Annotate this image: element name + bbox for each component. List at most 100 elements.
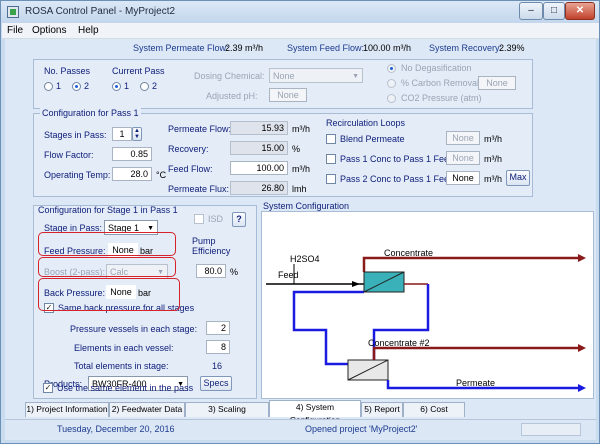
permeate-arrow-icon	[578, 384, 586, 392]
control-panel: System Permeate Flow: 2.39 m³/h System F…	[5, 39, 596, 440]
h2so4-label: H2SO4	[290, 254, 320, 264]
pass-config-title: Configuration for Pass 1	[40, 108, 141, 118]
tab-feedwater-data[interactable]: 2) Feedwater Data	[109, 402, 185, 417]
system-permeate-flow-value: 2.39 m³/h	[225, 43, 264, 53]
tab-cost-analysis[interactable]: 6) Cost Analysis	[403, 402, 465, 427]
pump-efficiency-field[interactable]: 80.0	[196, 264, 226, 278]
current-pass-radio-2[interactable]	[140, 82, 149, 91]
permeate-flux-value: 26.80	[230, 181, 288, 195]
adjusted-ph-label: Adjusted pH:	[206, 91, 258, 101]
pass1-conc-label: Pass 1 Conc to Pass 1 Feed	[340, 154, 455, 164]
tab-system-configuration[interactable]: 4) System Configuration	[269, 400, 361, 425]
co2-pressure-radio[interactable]	[387, 94, 396, 103]
no-degas-radio[interactable]	[387, 64, 396, 73]
pump-efficiency-label-1: Pump	[192, 236, 216, 246]
pass-config-group: Configuration for Pass 1 Stages in Pass:…	[33, 108, 533, 197]
stages-in-pass-label: Stages in Pass:	[44, 130, 107, 140]
pass1-conc-unit: m³/h	[484, 154, 502, 164]
status-bar: Tuesday, December 20, 2016 Opened projec…	[5, 419, 596, 438]
no-passes-label: No. Passes	[44, 66, 91, 76]
same-element-label: Use the same element in the pass	[57, 383, 194, 393]
system-feed-flow-value: 100.00 m³/h	[363, 43, 412, 53]
tab-project-information[interactable]: 1) Project Information	[25, 402, 109, 417]
operating-temp-unit: °C	[156, 170, 167, 180]
pump-efficiency-unit: %	[230, 267, 239, 277]
blend-permeate-unit: m³/h	[484, 134, 502, 144]
chevron-down-icon: ▼	[352, 73, 359, 80]
pass2-conc-field[interactable]: None	[446, 171, 480, 185]
menu-options[interactable]: Options	[32, 25, 66, 36]
window-title: ROSA Control Panel - MyProject2	[25, 6, 176, 17]
current-pass-option-1: 1	[124, 81, 130, 91]
carbon-removal-field[interactable]: None	[478, 76, 516, 90]
operating-temp-field[interactable]: 28.0	[112, 167, 152, 181]
pressure-vessels-field[interactable]: 2	[206, 321, 230, 335]
system-feed-flow-label: System Feed Flow:	[287, 43, 365, 53]
specs-button[interactable]: Specs	[200, 376, 232, 391]
dosing-chemical-select[interactable]: None ▼	[269, 68, 363, 83]
maximize-button[interactable]: □	[543, 2, 565, 20]
max-button[interactable]: Max	[506, 170, 530, 186]
blend-permeate-checkbox[interactable]	[326, 134, 336, 144]
menu-file[interactable]: File	[7, 25, 23, 36]
adjusted-ph-field[interactable]: None	[269, 88, 307, 102]
system-config-title: System Configuration	[263, 201, 350, 211]
system-permeate-flow-label: System Permeate Flow:	[133, 43, 229, 53]
back-pressure-highlight	[38, 278, 180, 311]
system-recovery-label: System Recovery:	[429, 43, 503, 53]
carbon-removal-label: % Carbon Removal	[401, 78, 480, 88]
status-project: Opened project 'MyProject2'	[305, 424, 418, 434]
status-segment	[521, 423, 581, 436]
stages-stepper-icon[interactable]: ▲ ▼	[132, 127, 142, 141]
tab-scaling-information[interactable]: 3) Scaling Information	[185, 402, 269, 427]
flow-factor-field[interactable]: 0.85	[112, 147, 152, 161]
status-date: Tuesday, December 20, 2016	[57, 424, 175, 434]
current-pass-radio-1[interactable]	[112, 82, 121, 91]
permeate-flow-label: Permeate Flow:	[168, 124, 232, 134]
feed-label: Feed	[278, 270, 299, 280]
flow-factor-label: Flow Factor:	[44, 150, 94, 160]
recirc-title: Recirculation Loops	[326, 118, 406, 128]
app-icon	[7, 6, 19, 18]
flow-diagram	[266, 254, 586, 392]
concentrate2-arrow-icon	[578, 344, 586, 352]
permeate-line-1	[292, 290, 364, 366]
current-pass-label: Current Pass	[112, 66, 165, 76]
tab-report[interactable]: 5) Report	[361, 402, 403, 417]
feed-flow-field[interactable]: 100.00	[230, 161, 288, 175]
minimize-button[interactable]: –	[519, 2, 543, 20]
no-passes-option-2: 2	[84, 81, 90, 91]
same-element-checkbox[interactable]: ✓	[43, 383, 53, 393]
pass1-conc-field[interactable]: None	[446, 151, 480, 165]
close-button[interactable]: ✕	[565, 2, 595, 20]
system-config-diagram: Feed H2SO4 Concentrate Concentrate #2 Pe…	[261, 211, 594, 399]
recovery-value: 15.00	[230, 141, 288, 155]
no-degas-label: No Degasification	[401, 63, 472, 73]
help-button[interactable]: ?	[232, 212, 246, 227]
pass1-conc-checkbox[interactable]	[326, 154, 336, 164]
isd-checkbox[interactable]	[194, 214, 204, 224]
main-window: ROSA Control Panel - MyProject2 – □ ✕ Fi…	[0, 0, 600, 444]
total-elements-label: Total elements in stage:	[74, 361, 169, 371]
no-passes-radio-1[interactable]	[44, 82, 53, 91]
blend-permeate-field[interactable]: None	[446, 131, 480, 145]
menu-help[interactable]: Help	[78, 25, 99, 36]
system-recovery-value: 2.39%	[499, 43, 525, 53]
elements-per-vessel-field[interactable]: 8	[206, 340, 230, 354]
recovery-label: Recovery:	[168, 144, 209, 154]
title-bar: ROSA Control Panel - MyProject2 – □ ✕	[1, 1, 599, 23]
blend-permeate-label: Blend Permeate	[340, 134, 405, 144]
permeate-flux-label: Permeate Flux:	[168, 184, 230, 194]
system-summary: System Permeate Flow: 2.39 m³/h System F…	[5, 41, 596, 55]
permeate-flow-value: 15.93	[230, 121, 288, 135]
current-pass-option-2: 2	[152, 81, 158, 91]
pass2-conc-checkbox[interactable]	[326, 174, 336, 184]
permeate-flow-unit: m³/h	[292, 124, 310, 134]
stages-in-pass-field[interactable]: 1	[112, 127, 132, 141]
concentrate2-label: Concentrate #2	[368, 338, 430, 348]
carbon-removal-radio[interactable]	[387, 79, 396, 88]
stage-config-title: Configuration for Stage 1 in Pass 1	[38, 205, 178, 215]
co2-pressure-label: CO2 Pressure (atm)	[401, 93, 482, 103]
no-passes-radio-2[interactable]	[72, 82, 81, 91]
pass2-conc-unit: m³/h	[484, 174, 502, 184]
